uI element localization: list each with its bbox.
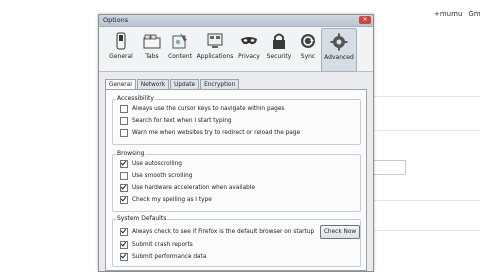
checkbox[interactable]: [120, 196, 128, 204]
option-label: Search for text when I start typing: [132, 118, 232, 124]
option-spellcheck[interactable]: Check my spelling as I type: [120, 196, 212, 204]
gear-icon: [330, 33, 348, 51]
toolbar-advanced[interactable]: Advanced: [321, 28, 357, 72]
checkbox[interactable]: [120, 105, 128, 113]
toolbar-sync[interactable]: Sync: [295, 28, 321, 70]
lock-icon: [273, 33, 285, 49]
toolbar-label: Advanced: [324, 54, 354, 61]
toolbar-label: Sync: [300, 53, 316, 60]
background-user-links: +mumu Gm: [434, 10, 480, 18]
option-performance-data[interactable]: Submit performance data: [120, 253, 206, 261]
option-label: Submit crash reports: [132, 242, 193, 248]
option-smooth-scrolling[interactable]: Use smooth scrolling: [120, 172, 192, 180]
toolbar-tabs[interactable]: Tabs: [139, 28, 165, 70]
checkbox[interactable]: [120, 117, 128, 125]
option-hardware-acceleration[interactable]: Use hardware acceleration when available: [120, 184, 255, 192]
option-label: Always check to see if Firefox is the de…: [132, 229, 315, 235]
close-button[interactable]: ✕: [359, 16, 371, 24]
toolbar-security[interactable]: Security: [263, 28, 295, 70]
checkbox[interactable]: [120, 129, 128, 137]
toolbar-label: General: [109, 53, 133, 60]
background-divider: [372, 130, 480, 131]
option-crash-reports[interactable]: Submit crash reports: [120, 241, 193, 249]
option-label: Use hardware acceleration when available: [132, 185, 256, 191]
tabs-icon: [143, 34, 161, 49]
option-cursor-keys[interactable]: Always use the cursor keys to navigate w…: [120, 105, 284, 113]
options-dialog: Options ✕ General Tabs Content Applicati…: [98, 14, 374, 272]
switch-icon: [116, 32, 126, 50]
group-title: System Defaults: [116, 215, 168, 222]
mask-icon: [241, 37, 257, 45]
option-default-browser-check[interactable]: Always check to see if Firefox is the de…: [120, 228, 314, 236]
group-title: Accessibility: [116, 95, 155, 102]
toolbar-content[interactable]: Content: [165, 28, 195, 70]
checkbox[interactable]: [120, 160, 128, 168]
toolbar-label: Tabs: [145, 53, 159, 60]
accessibility-group: Accessibility Always use the cursor keys…: [112, 95, 361, 145]
checkbox[interactable]: [120, 241, 128, 249]
general-panel: Accessibility Always use the cursor keys…: [105, 89, 367, 271]
toolbar-label: Security: [266, 53, 292, 60]
option-search-typing[interactable]: Search for text when I start typing: [120, 117, 232, 125]
option-label: Warn me when websites try to redirect or…: [132, 130, 301, 136]
option-label: Use autoscrolling: [132, 161, 182, 167]
toolbar-label: Privacy: [238, 53, 260, 60]
option-label: Submit performance data: [132, 254, 207, 260]
dialog-titlebar[interactable]: Options ✕: [99, 15, 373, 27]
content-icon: [172, 33, 187, 49]
option-warn-redirect[interactable]: Warn me when websites try to redirect or…: [120, 129, 300, 137]
option-label: Use smooth scrolling: [132, 173, 193, 179]
browsing-group: Browsing Use autoscrolling Use smooth sc…: [112, 150, 361, 212]
background-divider: [372, 200, 480, 201]
background-gmail-link[interactable]: Gm: [468, 10, 480, 18]
background-input[interactable]: [372, 160, 406, 175]
dialog-title: Options: [103, 16, 129, 24]
group-title: Browsing: [116, 150, 146, 157]
background-divider: [372, 230, 480, 231]
checkbox[interactable]: [120, 228, 128, 236]
check-now-button[interactable]: Check Now: [320, 225, 360, 239]
applications-icon: [207, 33, 223, 48]
checkbox[interactable]: [120, 253, 128, 261]
toolbar-label: Content: [168, 53, 192, 60]
option-label: Always use the cursor keys to navigate w…: [132, 106, 285, 112]
option-label: Check my spelling as I type: [132, 197, 212, 203]
checkbox[interactable]: [120, 172, 128, 180]
toolbar-label: Applications: [196, 53, 234, 60]
toolbar-applications[interactable]: Applications: [195, 28, 235, 70]
background-user-link[interactable]: +mumu: [434, 10, 462, 18]
system-defaults-group: System Defaults Always check to see if F…: [112, 215, 361, 267]
toolbar-privacy[interactable]: Privacy: [235, 28, 263, 70]
option-autoscrolling[interactable]: Use autoscrolling: [120, 160, 182, 168]
checkbox[interactable]: [120, 184, 128, 192]
options-toolbar: General Tabs Content Applications Privac…: [99, 27, 373, 72]
sync-icon: [301, 34, 315, 48]
background-divider: [372, 96, 480, 97]
toolbar-general[interactable]: General: [103, 28, 139, 70]
